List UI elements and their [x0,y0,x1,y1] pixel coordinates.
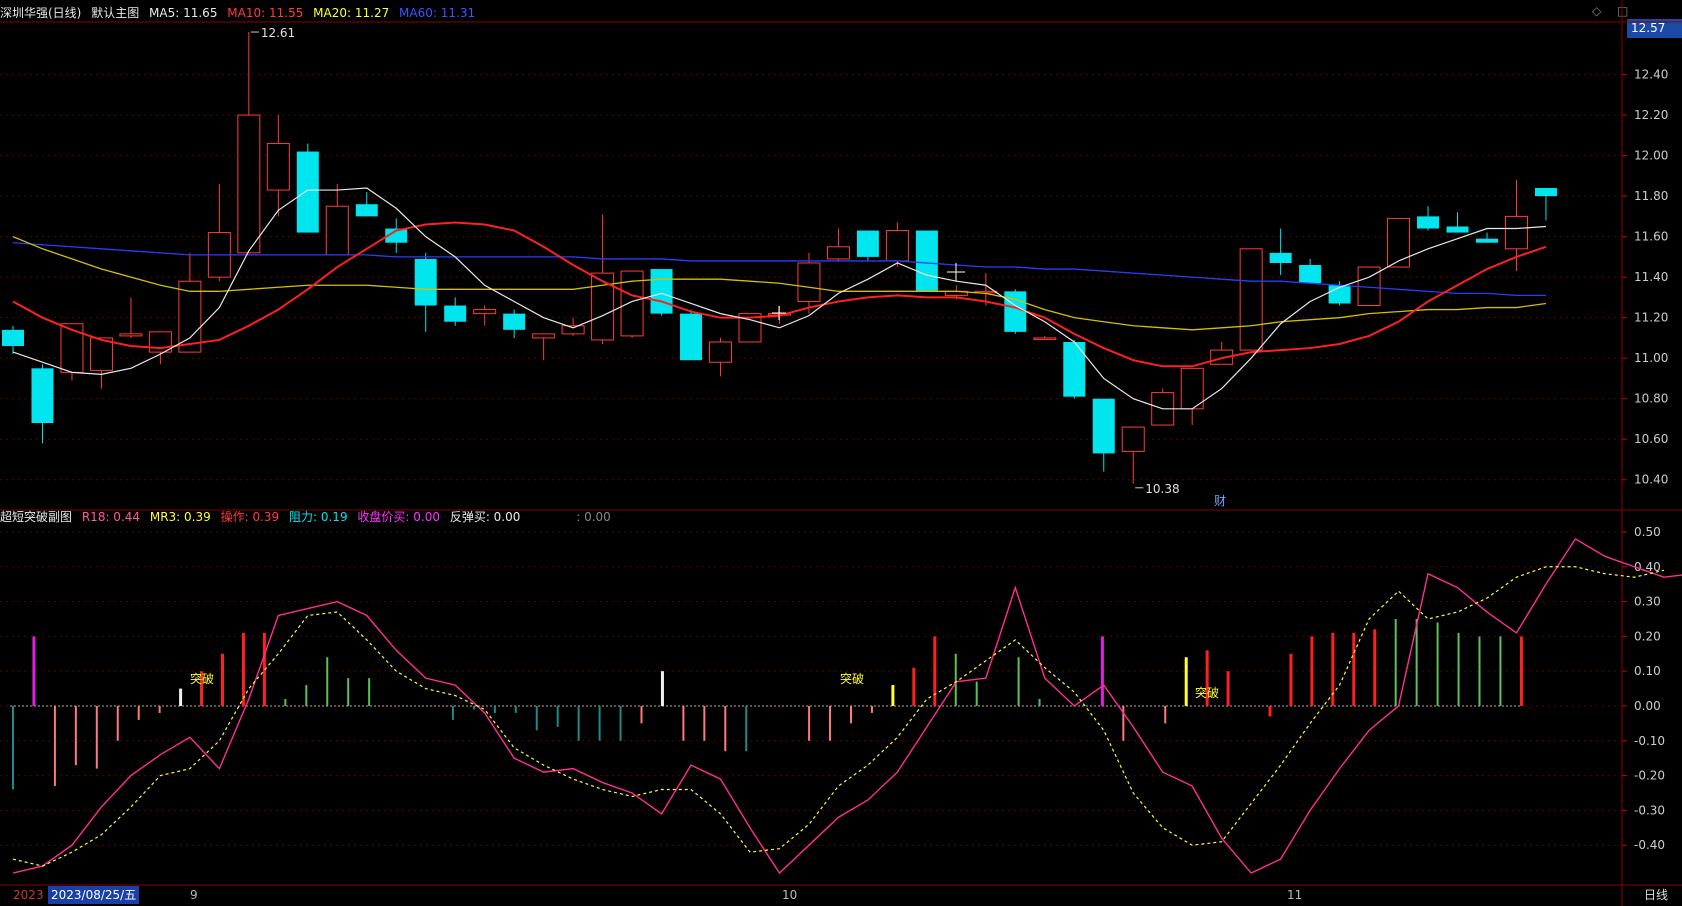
mr3-line [12,566,1665,867]
candle-body-up [60,323,84,373]
candle-body-down [1476,238,1498,243]
candle-body-up [325,205,349,256]
main-y-tick-label: 11.60 [1634,230,1668,244]
sub-y-tick-label: 0.50 [1634,525,1661,539]
breakout-label: 突破 [190,671,214,686]
candle-body-down [1417,216,1440,229]
main-y-tick-label: 12.20 [1634,108,1668,122]
candle-body-down [414,258,437,306]
sub-y-tick-label: 0.30 [1634,595,1661,609]
candle-body-down [1063,341,1086,397]
candle-body-up [1504,215,1528,250]
candle-body-down [355,204,378,217]
period-selector-button[interactable]: 日线 [1630,886,1682,904]
candle-body-up [1239,248,1263,351]
candle-body-up [89,337,113,371]
financial-report-marker[interactable]: 财 [1214,492,1226,509]
candle-body-up [591,272,615,341]
main-y-tick-label: 10.80 [1634,392,1668,406]
main-y-tick-label: 12.40 [1634,68,1668,82]
main-y-tick-label: 11.80 [1634,189,1668,203]
candle-body-down [856,230,879,257]
x-axis-year: 2023 [13,888,44,902]
candle-body-down [296,151,319,233]
sub-y-tick-label: -0.40 [1634,838,1665,852]
candle-body-up [148,331,172,353]
candle-body-down [503,313,526,330]
breakout-label: 突破 [840,671,864,686]
sub-y-tick-label: 0.20 [1634,629,1661,643]
main-y-tick-label: 12.00 [1634,149,1668,163]
x-axis-month-11: 11 [1287,888,1303,902]
high-price-label: 12.61 [261,26,295,40]
candle-body-up [709,341,733,363]
x-axis-month-10: 10 [782,888,798,902]
sub-y-tick-label: -0.10 [1634,734,1665,748]
kline-chart[interactable]: 12.40 12.20 12.00 11.80 11.60 11.40 11.20 11.00… [0,0,1682,906]
candle-body-up [1387,217,1411,268]
sub-y-tick-label: -0.30 [1634,803,1665,817]
candle-body-down [444,305,467,322]
main-y-tick-label: 10.60 [1634,432,1668,446]
candle-body-down [915,230,938,292]
candle-body-down [650,269,673,314]
sub-y-tick-label: -0.20 [1634,769,1665,783]
main-y-tick-label: 10.40 [1634,473,1668,487]
candle-body-up [532,333,556,339]
x-axis-month-9: 9 [190,888,198,902]
candle-body-down [1534,188,1557,197]
sub-y-tick-label: 0.00 [1634,699,1661,713]
candle-body-up [473,309,497,315]
candle-body-up [826,246,850,260]
candle-body-down [1299,265,1322,284]
candle-body-up [1033,337,1057,340]
breakout-label: 突破 [1195,685,1219,700]
candle-body-up [266,142,290,191]
candle-body-down [1328,285,1351,304]
candle-body-up [885,230,909,262]
low-price-label: 10.38 [1145,482,1179,496]
candle-body-down [1092,398,1115,454]
candle-body-up [561,325,585,335]
candle-body-up [797,262,821,302]
candle-body-up [1121,426,1145,452]
candle-body-down [2,329,24,347]
cursor-date-badge: 2023/08/25/五 [48,886,140,904]
candle-body-down [1446,226,1469,233]
sub-y-tick-label: 0.10 [1634,664,1661,678]
main-y-tick-label: 11.40 [1634,270,1668,284]
candle-body-up [237,114,261,254]
candle-body-up [1180,367,1204,410]
candle-body-down [31,368,54,424]
main-y-tick-label: 11.20 [1634,311,1668,325]
candle-body-down [1269,252,1292,263]
main-y-tick-label: 11.00 [1634,351,1668,365]
candle-body-up [119,333,143,337]
candle-body-down [680,313,703,361]
